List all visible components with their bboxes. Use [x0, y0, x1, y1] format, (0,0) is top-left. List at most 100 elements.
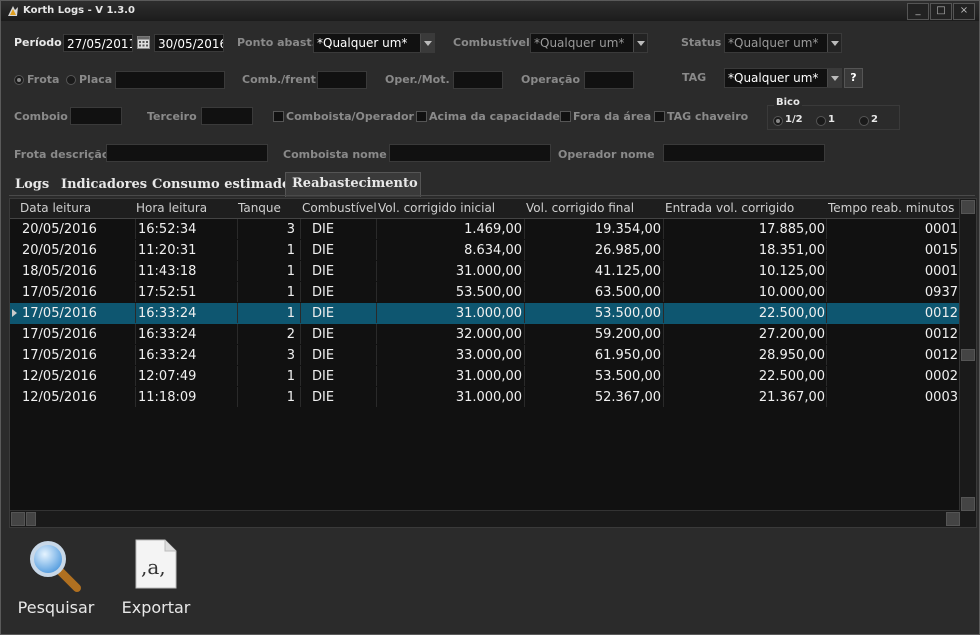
chevron-down-icon[interactable]	[827, 69, 841, 87]
tab-consumo-estimado[interactable]: Consumo estimado	[146, 174, 291, 196]
title-bar[interactable]: Korth Logs - V 1.3.0 _ □ ×	[1, 1, 979, 21]
table-row[interactable]: 17/05/2016 16:33:24 1 DIE 31.000,00 53.500,00…	[10, 303, 960, 324]
column-header-vol-final[interactable]: Vol. corrigido final	[526, 201, 634, 215]
table-row[interactable]: 17/05/2016 16:33:24 3 DIE 33.000,00 61.950,00…	[10, 345, 960, 366]
column-divider	[135, 219, 136, 239]
frota-radio[interactable]	[14, 75, 24, 85]
frota-descricao-input[interactable]	[106, 144, 268, 162]
cell-hora-leitura: 16:33:24	[138, 348, 197, 363]
scroll-up-button[interactable]	[961, 200, 975, 214]
cell-combustivel: DIE	[312, 243, 335, 258]
cell-entrada-vol: 10.125,00	[758, 264, 825, 279]
frota-placa-input[interactable]	[115, 71, 225, 89]
hscroll-thumb[interactable]	[26, 512, 36, 526]
bico-radio-1-2[interactable]	[773, 116, 783, 126]
column-divider	[663, 324, 664, 344]
column-divider	[663, 387, 664, 407]
cell-tempo-reab: 0001	[924, 222, 958, 237]
cell-tempo-reab: 0012	[924, 327, 958, 342]
column-header-tanque[interactable]: Tanque	[238, 201, 281, 215]
cell-vol-inicial: 1.469,00	[464, 222, 522, 237]
column-divider	[826, 303, 827, 323]
column-header-vol-inicial[interactable]: Vol. corrigido inicial	[378, 201, 495, 215]
minimize-button[interactable]: _	[907, 3, 929, 20]
terceiro-label: Terceiro	[147, 110, 197, 123]
cell-vol-final: 19.354,00	[594, 222, 661, 237]
comb-frent-input[interactable]	[317, 71, 367, 89]
column-header-tempo-reab[interactable]: Tempo reab. minutos	[828, 201, 954, 215]
column-header-combustivel[interactable]: Combustível	[302, 201, 377, 215]
column-divider	[663, 219, 664, 239]
combustivel-select[interactable]: *Qualquer um*	[530, 33, 648, 53]
cell-tanque: 1	[286, 390, 295, 405]
column-divider	[135, 240, 136, 260]
close-button[interactable]: ×	[953, 3, 975, 20]
cell-tanque: 1	[286, 243, 295, 258]
reabastecimento-grid[interactable]: Data leitura Hora leitura Tanque Combustíve…	[9, 198, 977, 528]
table-row[interactable]: 12/05/2016 11:18:09 1 DIE 31.000,00 52.367,00…	[10, 387, 960, 408]
scroll-down-button[interactable]	[961, 497, 975, 511]
comboista-nome-input[interactable]	[389, 144, 551, 162]
cell-entrada-vol: 22.500,00	[758, 306, 825, 321]
column-divider	[376, 324, 377, 344]
status-select[interactable]: *Qualquer um*	[724, 33, 842, 53]
help-button[interactable]: ?	[844, 68, 863, 88]
column-divider	[826, 324, 827, 344]
date-to-field[interactable]: 30/05/2016	[154, 34, 224, 52]
column-header-data-leitura[interactable]: Data leitura	[20, 201, 91, 215]
cell-tempo-reab: 0937	[924, 285, 958, 300]
fora-area-checkbox[interactable]	[560, 111, 571, 122]
cell-vol-inicial: 31.000,00	[455, 306, 522, 321]
table-row[interactable]: 18/05/2016 11:43:18 1 DIE 31.000,00 41.125,00…	[10, 261, 960, 282]
bico-radio-2[interactable]	[859, 116, 869, 126]
cell-tanque: 1	[286, 369, 295, 384]
table-row[interactable]: 20/05/2016 16:52:34 3 DIE 1.469,00 19.354,00 1…	[10, 219, 960, 240]
column-header-hora-leitura[interactable]: Hora leitura	[136, 201, 207, 215]
row-indicator-icon	[12, 309, 17, 317]
chevron-down-icon[interactable]	[827, 34, 841, 52]
column-divider	[524, 282, 525, 302]
scroll-thumb[interactable]	[961, 349, 975, 361]
oper-mot-input[interactable]	[453, 71, 503, 89]
tag-chaveiro-checkbox[interactable]	[654, 111, 665, 122]
column-divider	[376, 261, 377, 281]
cell-tanque: 1	[286, 285, 295, 300]
frota-label: Frota	[27, 73, 60, 86]
column-divider	[826, 366, 827, 386]
bico-radio-1[interactable]	[816, 116, 826, 126]
tag-select[interactable]: *Qualquer um*	[724, 68, 842, 88]
ponto-abast-select[interactable]: *Qualquer um*	[313, 33, 435, 53]
cell-entrada-vol: 21.367,00	[758, 390, 825, 405]
column-divider	[237, 261, 238, 281]
operacao-input[interactable]	[584, 71, 634, 89]
tab-logs[interactable]: Logs	[9, 174, 49, 196]
table-row[interactable]: 12/05/2016 12:07:49 1 DIE 31.000,00 53.500,00…	[10, 366, 960, 387]
pesquisar-button[interactable]: Pesquisar	[11, 536, 101, 621]
scroll-left-button[interactable]	[11, 512, 25, 526]
acima-checkbox[interactable]	[416, 111, 427, 122]
chevron-down-icon[interactable]	[633, 34, 647, 52]
maximize-button[interactable]: □	[930, 3, 952, 20]
tag-value: *Qualquer um*	[728, 71, 819, 85]
vertical-scrollbar[interactable]	[959, 199, 976, 527]
column-divider	[300, 366, 301, 386]
pesquisar-label: Pesquisar	[17, 598, 95, 617]
horizontal-scrollbar[interactable]	[10, 510, 960, 527]
comboio-input[interactable]	[70, 107, 122, 125]
scroll-right-button[interactable]	[946, 512, 960, 526]
date-from-field[interactable]: 27/05/2011	[63, 34, 133, 52]
comboista-checkbox[interactable]	[273, 111, 284, 122]
chevron-down-icon[interactable]	[420, 34, 434, 52]
column-header-entrada-vol[interactable]: Entrada vol. corrigido	[665, 201, 794, 215]
table-row[interactable]: 17/05/2016 16:33:24 2 DIE 32.000,00 59.200,00…	[10, 324, 960, 345]
tab-reabastecimento[interactable]: Reabastecimento	[285, 172, 421, 197]
table-row[interactable]: 17/05/2016 17:52:51 1 DIE 53.500,00 63.500,00…	[10, 282, 960, 303]
operador-nome-input[interactable]	[663, 144, 825, 162]
placa-radio[interactable]	[66, 75, 76, 85]
exportar-button[interactable]: ,a, Exportar	[111, 536, 201, 621]
calendar-icon[interactable]	[137, 36, 150, 49]
table-row[interactable]: 20/05/2016 11:20:31 1 DIE 8.634,00 26.985,00 1…	[10, 240, 960, 261]
bico-label: Bico	[774, 97, 802, 108]
tab-indicadores[interactable]: Indicadores	[55, 174, 147, 196]
terceiro-input[interactable]	[201, 107, 253, 125]
